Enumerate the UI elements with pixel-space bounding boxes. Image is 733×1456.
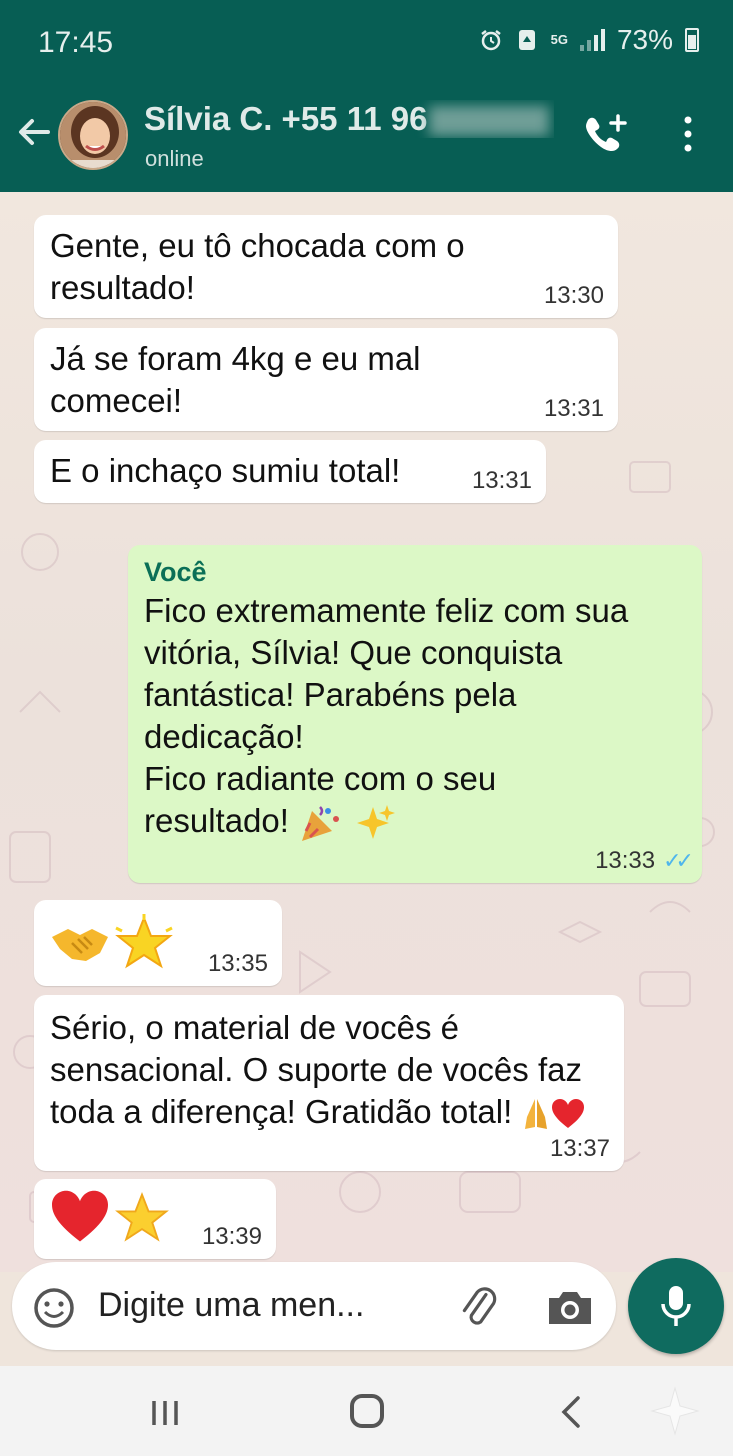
sender-name: Você bbox=[144, 557, 207, 587]
alarm-icon bbox=[480, 30, 501, 51]
read-receipt-icon: ✓✓ bbox=[663, 848, 694, 873]
message-text: Já se foram 4kg e eu mal comecei! bbox=[50, 340, 421, 419]
status-time: 17:45 bbox=[38, 26, 114, 59]
message-line: dedicação! bbox=[144, 718, 304, 755]
message-line: fantástica! Parabéns pela bbox=[144, 676, 517, 713]
chat-header: Sílvia C. +55 11 96 online bbox=[0, 76, 733, 192]
message-time: 13:33 ✓✓ bbox=[595, 847, 694, 874]
message-text: Sério, o material de vocês é sensacional… bbox=[50, 1007, 608, 1133]
message-incoming[interactable]: Gente, eu tô chocada com o resultado! 13… bbox=[34, 215, 618, 318]
home-icon[interactable] bbox=[350, 1394, 384, 1428]
message-input-bar: Digite uma men... bbox=[12, 1262, 616, 1350]
status-bar: 17:45 5G 73% bbox=[0, 0, 733, 76]
network-type: 5G bbox=[550, 32, 568, 47]
message-text: Fico extremamente feliz com sua vitória,… bbox=[144, 590, 686, 843]
message-line: Sério, o material de vocês é bbox=[50, 1009, 460, 1046]
contact-name[interactable]: Sílvia C. +55 11 96 bbox=[144, 100, 554, 138]
avatar[interactable] bbox=[58, 100, 128, 170]
handshake-icon bbox=[52, 929, 108, 961]
more-options-icon[interactable] bbox=[676, 114, 700, 154]
message-line: Fico radiante com o seu bbox=[144, 760, 497, 797]
message-outgoing[interactable]: Você Fico extremamente feliz com sua vit… bbox=[128, 545, 702, 883]
message-line: resultado! bbox=[144, 800, 686, 843]
message-line: toda a diferença! Gratidão total! bbox=[50, 1091, 608, 1133]
message-time: 13:37 bbox=[549, 1135, 610, 1162]
battery-percent: 73% bbox=[616, 24, 673, 55]
message-time: 13:30 bbox=[543, 282, 604, 309]
message-time: 13:39 bbox=[201, 1223, 262, 1250]
microphone-icon bbox=[661, 1286, 691, 1326]
system-nav-bar bbox=[0, 1366, 733, 1456]
folded-hands-icon bbox=[525, 1099, 548, 1130]
message-line: Fico extremamente feliz com sua bbox=[144, 592, 629, 629]
message-incoming[interactable]: Já se foram 4kg e eu mal comecei! 13:31 bbox=[34, 328, 618, 431]
message-time: 13:31 bbox=[543, 395, 604, 422]
add-call-icon[interactable] bbox=[580, 110, 630, 160]
nav-back-icon[interactable] bbox=[556, 1394, 586, 1430]
message-text: Gente, eu tô chocada com o resultado! bbox=[50, 227, 465, 306]
avatar-image bbox=[60, 102, 126, 168]
sparkles-icon bbox=[357, 805, 396, 840]
party-popper-icon bbox=[302, 806, 340, 842]
message-line: sensacional. O suporte de vocês faz bbox=[50, 1051, 582, 1088]
sparkle-icon bbox=[650, 1386, 700, 1436]
recent-apps-icon[interactable] bbox=[148, 1398, 182, 1428]
status-icons: 5G 73% bbox=[479, 24, 699, 56]
star-icon bbox=[115, 1192, 170, 1242]
message-incoming[interactable]: 13:35 bbox=[34, 900, 282, 986]
message-incoming[interactable]: E o inchaço sumiu total! 13:31 bbox=[34, 440, 546, 503]
contact-status: online bbox=[145, 146, 204, 171]
message-time: 13:31 bbox=[471, 467, 532, 494]
signal-icon bbox=[579, 29, 605, 51]
message-text: E o inchaço sumiu total! bbox=[50, 452, 401, 489]
data-saver-icon bbox=[518, 30, 535, 50]
emoji-picker-icon[interactable] bbox=[32, 1286, 76, 1330]
red-heart-icon bbox=[552, 1099, 585, 1129]
message-time: 13:35 bbox=[207, 950, 268, 977]
camera-icon[interactable] bbox=[545, 1284, 595, 1330]
red-heart-icon bbox=[52, 1190, 108, 1242]
blurred-number bbox=[429, 106, 550, 137]
message-input[interactable]: Digite uma men... bbox=[98, 1286, 364, 1325]
voice-message-button[interactable] bbox=[628, 1258, 724, 1354]
battery-icon bbox=[685, 28, 699, 52]
message-incoming[interactable]: 13:39 bbox=[34, 1179, 276, 1259]
attach-icon[interactable] bbox=[456, 1284, 502, 1330]
chat-area[interactable]: Gente, eu tô chocada com o resultado! 13… bbox=[0, 192, 733, 1272]
glowing-star-icon bbox=[115, 914, 174, 969]
back-arrow-icon[interactable] bbox=[14, 112, 54, 152]
message-line: vitória, Sílvia! Que conquista bbox=[144, 634, 563, 671]
message-incoming[interactable]: Sério, o material de vocês é sensacional… bbox=[34, 995, 624, 1171]
